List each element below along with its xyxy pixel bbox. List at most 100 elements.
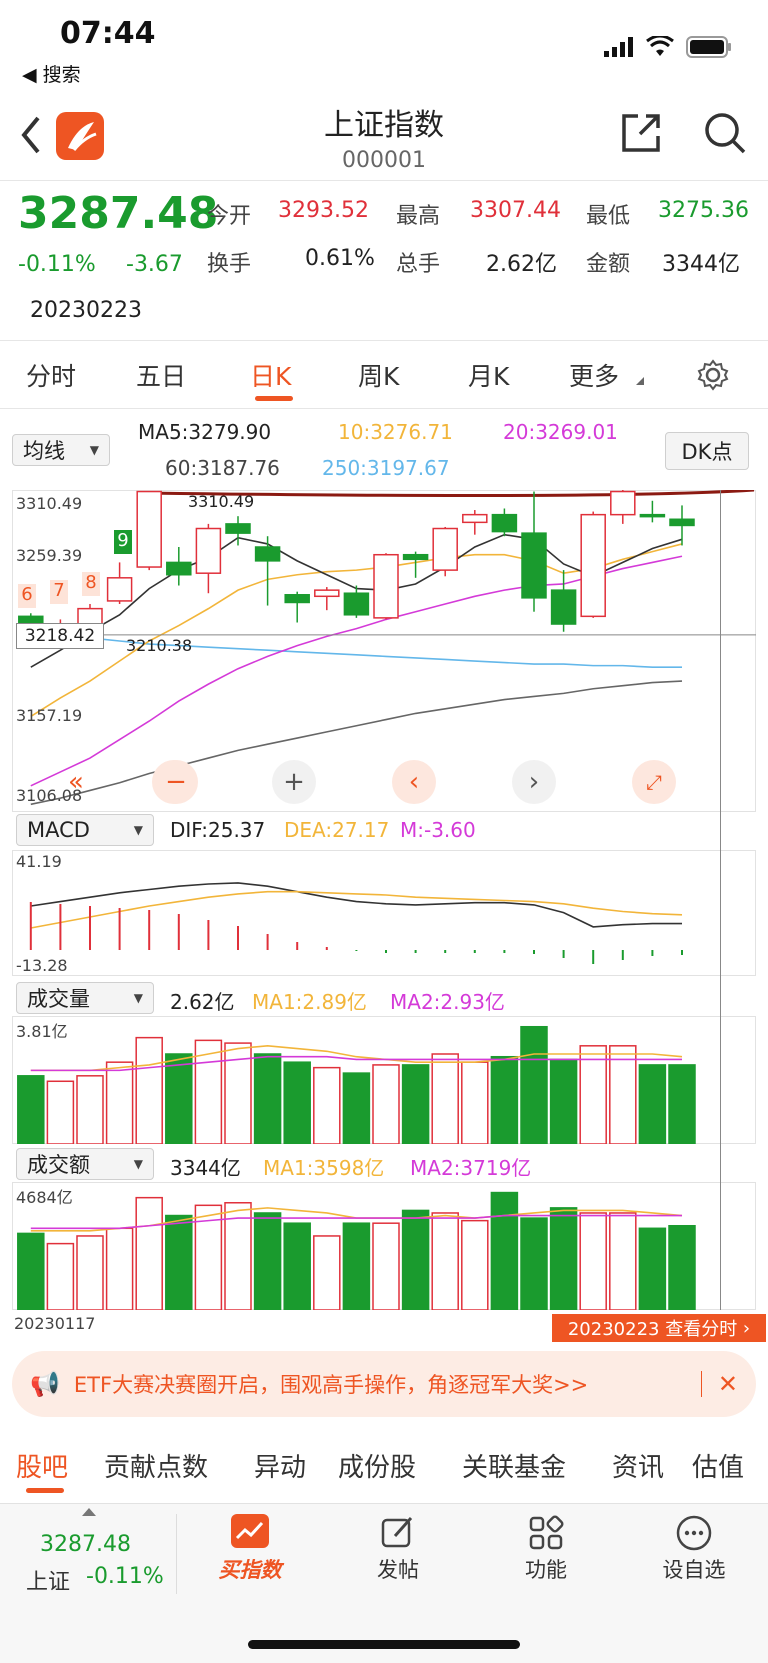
subtab-contribution[interactable]: 贡献点数 [104,1447,208,1484]
indicator-selector[interactable]: 均线 ▼ [12,434,110,466]
subtab-constituents[interactable]: 成份股 [338,1447,416,1484]
mini-change[interactable]: -0.11% [86,1564,164,1589]
volume-label: 总手 [396,252,441,277]
bar [342,1072,371,1144]
bar [461,1061,489,1144]
volume-value: 2.62亿 [486,252,557,277]
min-price-marker: 3210.38 [126,636,193,655]
view-intraday-label: 20230223 查看分时 [567,1319,738,1340]
view-intraday-chip[interactable]: 20230223 查看分时 › [552,1314,766,1342]
subtab-movement[interactable]: 异动 [254,1447,306,1484]
bar [372,1222,400,1310]
settings-gear-icon[interactable] [696,358,730,392]
bar [549,1207,578,1310]
buy-index-button[interactable]: 买指数 [190,1514,310,1584]
fullscreen-icon[interactable]: ⤢ [632,760,676,804]
candle-body [225,523,251,534]
open-value: 3293.52 [278,198,369,223]
volume-selector[interactable]: 成交量 ▼ [16,982,154,1014]
banner-text: ETF大赛决赛圈开启，围观高手操作，角逐冠军大奖>> [73,1373,589,1397]
post-button[interactable]: 发帖 [338,1514,458,1584]
candle-body [610,490,636,516]
bar [76,1235,104,1310]
kline-ytick-3: 3157.19 [16,706,83,725]
back-to-search[interactable]: ◀ 搜索 [22,60,81,87]
bar [490,1191,519,1310]
subtab-valuation[interactable]: 估值 [692,1447,744,1484]
open-label: 今开 [207,204,252,229]
macd-dea: DEA:27.17 [284,818,390,842]
amount-label: 金额 [586,252,631,277]
scroll-left-button[interactable]: ‹ [392,760,436,804]
turnover-value: 0.61% [305,246,375,271]
candle-body [402,553,429,561]
tab-monthly-k[interactable]: 月K [468,357,509,393]
tab-more[interactable]: 更多 [569,357,619,393]
macd-selector-label: MACD [27,818,90,842]
add-watchlist-button[interactable]: 设自选 [634,1514,754,1584]
signal-mark-8: 8 [82,572,100,596]
dk-points-button[interactable]: DK点 [665,432,749,470]
dropdown-caret-icon: ▼ [133,823,143,837]
kline-ytick-2: 3259.39 [16,546,83,565]
bar [105,1061,134,1144]
ma10-value: 10:3276.71 [338,420,453,444]
megaphone-icon: 📢 [30,1370,60,1398]
ma5-value: MA5:3279.90 [138,420,272,444]
tabs-divider [0,408,768,409]
macd-ytick-top: 41.19 [16,852,62,871]
mini-price[interactable]: 3287.48 [40,1532,131,1557]
amount-selector[interactable]: 成交额 ▼ [16,1148,154,1180]
dropdown-caret-icon: ▼ [133,991,143,1005]
functions-label: 功能 [525,1558,567,1582]
bar [431,1053,459,1144]
macd-selector[interactable]: MACD ▼ [16,814,154,846]
search-icon[interactable] [702,110,748,156]
subtab-related-funds[interactable]: 关联基金 [462,1447,566,1484]
macd-ytick-bottom: -13.28 [16,956,68,975]
promo-banner[interactable]: 📢 ETF大赛决赛圈开启，围观高手操作，角逐冠军大奖>> ✕ [12,1351,756,1417]
candle-body [669,518,695,527]
tab-daily-k[interactable]: 日K [250,357,291,393]
functions-button[interactable]: 功能 [486,1514,606,1584]
current-price: 3287.48 [18,188,219,239]
quote-date: 20230223 [30,298,142,323]
macd-chart[interactable] [12,850,756,976]
buy-index-label: 买指数 [218,1558,282,1582]
more-caret-icon [636,377,644,385]
bar [105,1227,134,1310]
scroll-right-button[interactable]: › [512,760,556,804]
zoom-out-button[interactable]: − [154,760,198,804]
jump-start-button[interactable]: « [54,760,98,804]
dropdown-caret-icon: ▼ [89,443,99,457]
amount-chart[interactable] [12,1182,756,1310]
bar [313,1066,341,1144]
tab-intraday[interactable]: 分时 [26,357,76,393]
bar [668,1224,696,1310]
mini-name[interactable]: 上证 [26,1564,70,1596]
bar [431,1212,459,1310]
volume-chart[interactable] [12,1016,756,1144]
candle-body [343,592,370,616]
start-date-label: 20230117 [14,1314,96,1333]
candle-body [580,513,606,618]
tab-weekly-k[interactable]: 周K [358,357,399,393]
zoom-in-button[interactable]: + [272,760,316,804]
grid-icon [529,1515,564,1550]
subtab-forum[interactable]: 股吧 [16,1447,68,1484]
high-value: 3307.44 [470,198,561,223]
indicator-selector-label: 均线 [23,439,65,463]
bar [609,1045,637,1144]
battery-icon [686,36,731,58]
subtab-news[interactable]: 资讯 [612,1447,664,1484]
turnover-label: 换手 [207,252,252,277]
amount-value: 3344亿 [662,252,740,277]
candle-body [195,527,222,574]
dif-line [30,882,682,928]
expand-caret-icon[interactable] [82,1508,96,1516]
tab-five-day[interactable]: 五日 [136,357,186,393]
max-price-marker: 3310.49 [188,492,255,511]
close-icon[interactable]: ✕ [718,1370,738,1398]
ma20-value: 20:3269.01 [503,420,618,444]
share-icon[interactable] [618,110,664,156]
